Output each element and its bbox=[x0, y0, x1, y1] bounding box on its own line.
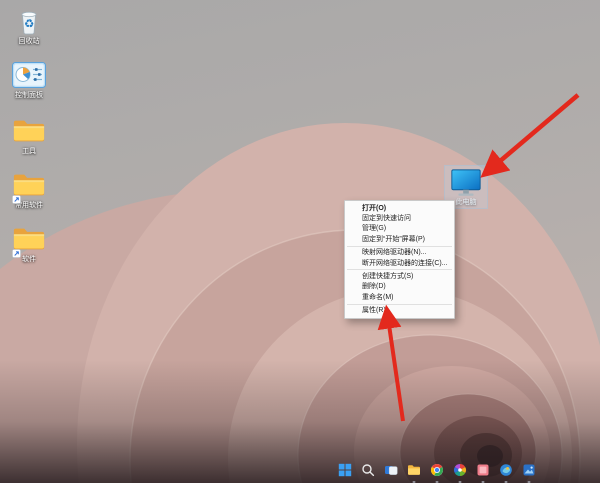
search-icon bbox=[361, 463, 375, 482]
menu-item[interactable]: 属性(R) bbox=[345, 306, 454, 316]
desktop-icon-recycle-bin[interactable]: ♻ 回收站 bbox=[8, 6, 50, 46]
start-button[interactable] bbox=[338, 466, 352, 480]
desktop-icon-folder-soft[interactable]: 软件 bbox=[8, 224, 50, 264]
rainbow-browser-icon bbox=[453, 463, 467, 482]
taskbar bbox=[0, 462, 600, 483]
folder-icon bbox=[12, 170, 46, 200]
pink-app-icon bbox=[476, 463, 490, 482]
svg-text:♻: ♻ bbox=[24, 19, 34, 31]
file-explorer-button[interactable] bbox=[407, 466, 421, 480]
chrome-button[interactable] bbox=[430, 466, 444, 480]
desktop-icon-label: 回收站 bbox=[19, 38, 40, 46]
menu-item[interactable]: 固定到“开始”屏幕(P) bbox=[345, 234, 454, 244]
menu-separator bbox=[347, 246, 452, 247]
desktop-icon-folder-apps[interactable]: 常用软件 bbox=[8, 170, 50, 210]
menu-item[interactable]: 打开(O) bbox=[345, 203, 454, 213]
task-view-icon bbox=[384, 463, 398, 482]
shortcut-arrow-icon bbox=[12, 191, 21, 200]
menu-item[interactable]: 重命名(M) bbox=[345, 292, 454, 302]
running-indicator bbox=[459, 481, 462, 483]
desktop-icon-control-panel[interactable]: 控制面板 bbox=[8, 60, 50, 100]
paint-app-button[interactable] bbox=[499, 466, 513, 480]
task-view-button[interactable] bbox=[384, 466, 398, 480]
paint-app-icon bbox=[499, 463, 513, 482]
shortcut-arrow-icon bbox=[12, 245, 21, 254]
this-pc-icon bbox=[449, 168, 483, 198]
running-indicator bbox=[505, 481, 508, 483]
menu-separator bbox=[347, 269, 452, 270]
running-indicator bbox=[482, 481, 485, 483]
folder-icon bbox=[12, 224, 46, 254]
photos-icon bbox=[522, 463, 536, 482]
menu-item[interactable]: 创建快捷方式(S) bbox=[345, 271, 454, 281]
desktop-icon-label: 软件 bbox=[22, 256, 36, 264]
taskbar-icons bbox=[338, 462, 536, 483]
wallpaper-bloom bbox=[0, 0, 600, 483]
context-menu: 打开(O)固定到快速访问管理(G)固定到“开始”屏幕(P) 映射网络驱动器(N).… bbox=[344, 200, 455, 319]
photos-button[interactable] bbox=[522, 466, 536, 480]
menu-item[interactable]: 断开网络驱动器的连接(C)... bbox=[345, 258, 454, 268]
desktop[interactable]: ♻回收站控制面板工具常用软件软件 此电脑 打开(O)固定到快速访问管理(G)固定… bbox=[0, 0, 600, 483]
running-indicator bbox=[436, 481, 439, 483]
menu-item[interactable]: 固定到快速访问 bbox=[345, 213, 454, 223]
menu-item[interactable]: 管理(G) bbox=[345, 224, 454, 234]
desktop-icon-label: 控制面板 bbox=[15, 92, 43, 100]
start-icon bbox=[338, 463, 352, 482]
chrome-icon bbox=[430, 463, 444, 482]
recycle-bin-icon: ♻ bbox=[12, 6, 46, 36]
menu-separator bbox=[347, 304, 452, 305]
running-indicator bbox=[528, 481, 531, 483]
explorer-icon bbox=[407, 463, 421, 482]
pink-app-button[interactable] bbox=[476, 466, 490, 480]
menu-item[interactable]: 映射网络驱动器(N)... bbox=[345, 248, 454, 258]
browser-button[interactable] bbox=[453, 466, 467, 480]
control-panel-icon bbox=[12, 60, 46, 90]
desktop-icon-label: 工具 bbox=[22, 148, 36, 156]
search-button[interactable] bbox=[361, 466, 375, 480]
running-indicator bbox=[413, 481, 416, 483]
menu-item[interactable]: 删除(D) bbox=[345, 282, 454, 292]
folder-icon bbox=[12, 116, 46, 146]
desktop-icon-folder-tools[interactable]: 工具 bbox=[8, 116, 50, 156]
